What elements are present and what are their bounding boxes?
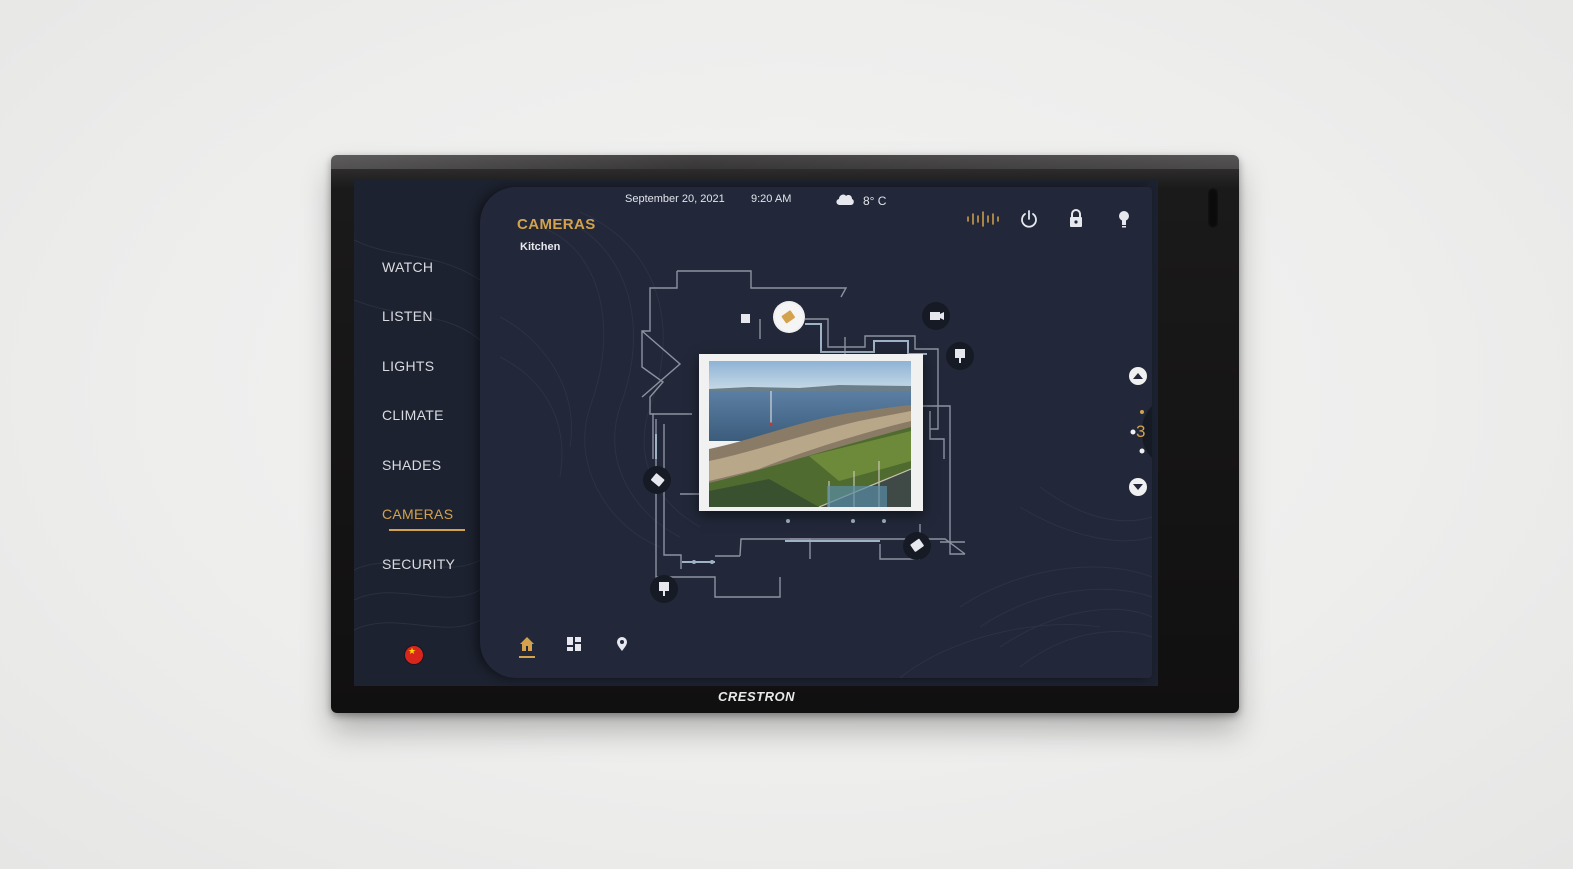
nav-item-shades[interactable]: SHADES: [382, 457, 441, 473]
camera-marker-topright[interactable]: [921, 301, 951, 331]
room-name: Kitchen: [520, 241, 561, 253]
status-temperature: 8° C: [863, 194, 887, 208]
nav-item-cameras[interactable]: CAMERAS: [382, 506, 453, 522]
nav-item-listen[interactable]: LISTEN: [382, 308, 433, 324]
side-navigation: WATCH LISTEN LIGHTS CLIMATE SHADES CAMER…: [354, 180, 480, 686]
page-number: 3: [1136, 422, 1146, 441]
bottom-nav-active-indicator: [519, 656, 535, 658]
camera-feed-image: [709, 361, 911, 507]
lightbulb-icon[interactable]: [1117, 209, 1131, 229]
china-flag-icon[interactable]: ★: [405, 646, 423, 664]
nav-item-lights[interactable]: LIGHTS: [382, 358, 434, 374]
audio-wave-icon[interactable]: [966, 209, 1002, 229]
bezel-glare: [331, 155, 1239, 169]
main-panel: September 20, 2021 9:20 AM 8° C CAMERAS …: [480, 187, 1152, 678]
status-time: 9:20 AM: [751, 193, 792, 205]
location-pin-icon[interactable]: [616, 636, 628, 652]
chevron-up-icon[interactable]: [1120, 368, 1152, 386]
nav-item-watch[interactable]: WATCH: [382, 259, 433, 275]
lock-icon[interactable]: [1068, 209, 1084, 229]
home-icon[interactable]: [518, 636, 536, 652]
cloud-icon: [836, 194, 854, 205]
page-title: CAMERAS: [517, 216, 596, 233]
nav-item-security[interactable]: SECURITY: [382, 556, 455, 572]
chevron-down-icon[interactable]: [1120, 479, 1152, 497]
camera-marker-right[interactable]: [945, 341, 975, 371]
nav-item-climate[interactable]: CLIMATE: [382, 407, 444, 423]
brand-logo: CRESTRON: [718, 689, 795, 704]
grid-icon[interactable]: [566, 636, 582, 652]
proximity-sensor: [1208, 188, 1218, 228]
camera-marker-bottomleft[interactable]: [649, 574, 679, 604]
camera-marker-left[interactable]: [642, 465, 672, 495]
touch-screen: WATCH LISTEN LIGHTS CLIMATE SHADES CAMER…: [354, 180, 1158, 686]
power-icon[interactable]: [1019, 209, 1039, 229]
camera-marker-bottomright[interactable]: [902, 531, 932, 561]
camera-preview-frame[interactable]: [699, 354, 923, 511]
status-date: September 20, 2021: [625, 193, 725, 205]
camera-marker-top[interactable]: [771, 299, 807, 335]
nav-active-indicator: [389, 529, 465, 531]
